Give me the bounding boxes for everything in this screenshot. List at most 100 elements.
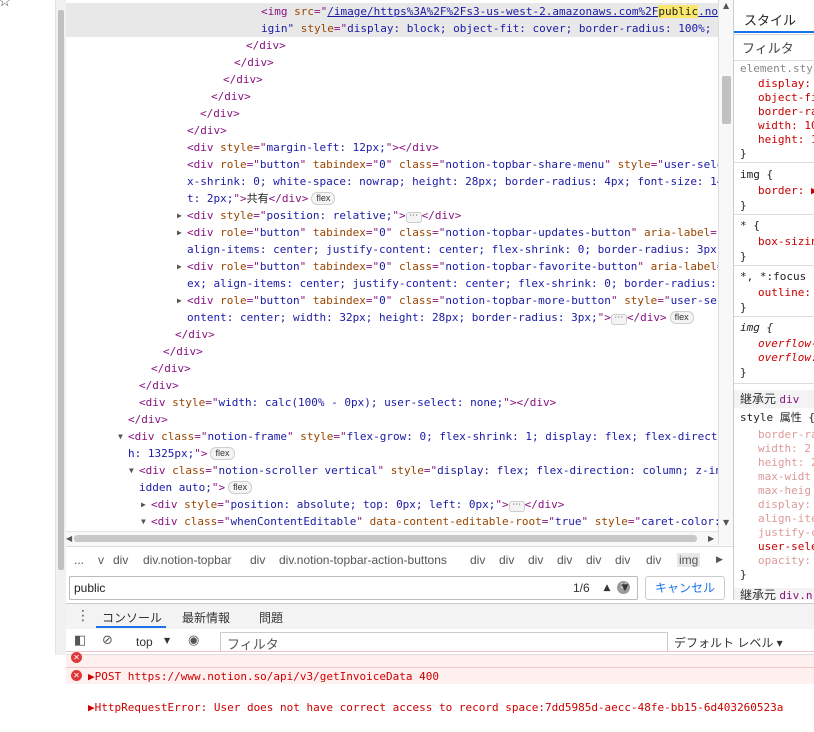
flex-badge[interactable]: flex: [311, 192, 336, 205]
breadcrumb-item[interactable]: div: [586, 553, 601, 567]
dom-node-line[interactable]: </div>: [66, 411, 718, 428]
dom-node-line[interactable]: t: 2px;">共有</div> flex: [66, 190, 718, 207]
dom-node-content[interactable]: </div>: [234, 54, 274, 71]
star-icon[interactable]: ☆: [0, 0, 11, 10]
dom-node-content[interactable]: <div class="notion-scroller vertical" st…: [139, 462, 718, 479]
drawer-menu-icon[interactable]: ⋮: [76, 608, 90, 624]
css-prop-inherited[interactable]: display:: [758, 498, 811, 512]
dom-node-content[interactable]: h: 1325px;"> flex: [128, 445, 235, 462]
elements-tree[interactable]: <img src="/image/https%3A%2F%2Fs3-us-wes…: [66, 0, 718, 545]
console-filter-input[interactable]: フィルタ: [220, 632, 668, 652]
dom-node-content[interactable]: x-shrink: 0; white-space: nowrap; height…: [187, 173, 718, 190]
dom-node-content[interactable]: ex; align-items: center; justify-content…: [187, 275, 718, 292]
breadcrumb-item[interactable]: div.notion-topbar-action-buttons: [279, 553, 447, 567]
breadcrumb-item[interactable]: div: [113, 553, 128, 567]
dom-node-content[interactable]: <div class="notion-frame" style="flex-gr…: [128, 428, 717, 445]
dom-node-content[interactable]: </div>: [139, 377, 179, 394]
css-prop[interactable]: display:: [758, 77, 811, 91]
src-link[interactable]: .no: [698, 5, 718, 18]
dom-node-content[interactable]: </div>: [246, 37, 286, 54]
console-error-row[interactable]: ✕ ▶POST https://www.notion.so/api/v3/get…: [66, 651, 814, 682]
dom-node-line[interactable]: </div>: [66, 71, 718, 88]
collapse-triangle-icon[interactable]: ▼: [141, 513, 146, 530]
breadcrumb-item[interactable]: div: [528, 553, 543, 567]
css-prop[interactable]: border: ▶: [758, 184, 814, 198]
dom-node-line[interactable]: <img src="/image/https%3A%2F%2Fs3-us-wes…: [66, 3, 718, 20]
dom-node-line[interactable]: <div style="width: calc(100% - 0px); use…: [66, 394, 718, 411]
dom-node-line[interactable]: igin" style="display: block; object-fit:…: [66, 20, 718, 37]
css-prop-inherited[interactable]: height: 2: [758, 456, 814, 470]
cancel-button[interactable]: キャンセル: [645, 576, 725, 600]
star-rule-selector[interactable]: * {: [740, 219, 760, 233]
dom-node-line[interactable]: ▼ <div class="notion-frame" style="flex-g…: [66, 428, 718, 445]
expand-triangle-icon[interactable]: ▶: [177, 258, 182, 275]
dom-node-line[interactable]: <div role="button" tabindex="0" class="n…: [66, 156, 718, 173]
element-style-selector[interactable]: element.styl: [740, 62, 814, 76]
elements-horizontal-scrollbar-thumb[interactable]: [74, 535, 697, 542]
css-prop[interactable]: overflow:: [758, 351, 814, 365]
dom-node-line[interactable]: x-shrink: 0; white-space: nowrap; height…: [66, 173, 718, 190]
dom-node-content[interactable]: </div>: [128, 411, 168, 428]
dom-node-content[interactable]: <div style="width: calc(100% - 0px); use…: [139, 394, 556, 411]
dom-node-content[interactable]: ontent: center; width: 32px; height: 28p…: [187, 309, 694, 326]
dom-node-content[interactable]: align-items: center; justify-content: ce…: [187, 241, 718, 258]
dom-node-content[interactable]: <div role="button" tabindex="0" class="n…: [187, 258, 718, 275]
dom-node-line[interactable]: ▶ <div style="position: absolute; top: 0p…: [66, 496, 718, 513]
dom-node-content[interactable]: idden auto;"> flex: [139, 479, 253, 496]
collapse-triangle-icon[interactable]: ▼: [129, 462, 134, 479]
dom-node-line[interactable]: ▶ <div role="button" tabindex="0" class="…: [66, 292, 718, 309]
dom-node-content[interactable]: <div class="whenContentEditable" data-co…: [151, 513, 718, 530]
tab-issues[interactable]: 問題: [259, 609, 283, 626]
flex-badge[interactable]: flex: [210, 447, 235, 460]
breadcrumb-item[interactable]: div: [646, 553, 661, 567]
expand-triangle-icon[interactable]: ▶: [177, 224, 182, 241]
dom-node-line[interactable]: ▼ <div class="notion-scroller vertical" s…: [66, 462, 718, 479]
breadcrumb-item[interactable]: div.notion-topbar: [143, 553, 232, 567]
css-prop-inherited[interactable]: width: 2: [758, 442, 811, 456]
inherited-from-link[interactable]: div: [779, 393, 799, 406]
css-prop-inherited[interactable]: user-sele: [758, 540, 814, 554]
css-prop[interactable]: width: 10: [758, 119, 814, 133]
css-prop-inherited[interactable]: border-ra: [758, 428, 814, 442]
scroll-left-arrow-icon[interactable]: ◀: [66, 534, 72, 543]
breadcrumb-item[interactable]: div: [250, 553, 265, 567]
breadcrumb-scroll-right-icon[interactable]: ▶: [716, 555, 723, 565]
expand-triangle-icon[interactable]: ▶: [177, 207, 182, 224]
dom-node-line[interactable]: </div>: [66, 377, 718, 394]
css-prop[interactable]: border-ra: [758, 105, 814, 119]
css-prop-inherited[interactable]: justify-c: [758, 526, 814, 540]
elements-vertical-scrollbar-thumb[interactable]: [722, 76, 731, 124]
expand-ellipsis-button[interactable]: ⋯: [610, 314, 627, 325]
dom-node-content[interactable]: <div role="button" tabindex="0" class="n…: [187, 156, 718, 173]
dom-node-line[interactable]: idden auto;"> flex: [66, 479, 718, 496]
dom-node-content[interactable]: <div style="margin-left: 12px;"></div>: [187, 139, 439, 156]
tab-whats-new[interactable]: 最新情報: [182, 609, 230, 626]
css-prop-inherited[interactable]: opacity:: [758, 554, 811, 568]
context-selector[interactable]: top: [136, 635, 153, 649]
focus-rule-selector[interactable]: *, *:focus: [740, 270, 806, 284]
dom-node-line[interactable]: ▶ <div role="button" tabindex="0" class="…: [66, 258, 718, 275]
dom-node-line[interactable]: ▶ <div role="button" tabindex="0" class="…: [66, 224, 718, 241]
breadcrumb-item[interactable]: div: [615, 553, 630, 567]
dom-node-content[interactable]: </div>: [187, 122, 227, 139]
tab-styles[interactable]: スタイル: [744, 10, 796, 29]
inherited-from-link[interactable]: div.n: [779, 589, 812, 600]
chevron-up-icon[interactable]: ▲: [599, 580, 615, 596]
breadcrumb-item[interactable]: v: [98, 553, 104, 567]
page-scrollbar-thumb[interactable]: [58, 10, 64, 570]
breadcrumb-item[interactable]: div: [499, 553, 514, 567]
clear-console-icon[interactable]: ⊘: [102, 633, 113, 648]
dom-node-line[interactable]: <div style="margin-left: 12px;"></div>: [66, 139, 718, 156]
expand-triangle-icon[interactable]: ▶: [177, 292, 182, 309]
dom-node-content[interactable]: <div style="position: absolute; top: 0px…: [151, 496, 564, 513]
css-prop[interactable]: overflow-: [758, 337, 814, 351]
dom-node-content[interactable]: <div role="button" tabindex="0" class="n…: [187, 292, 717, 309]
console-message[interactable]: ▶HttpRequestError: User does not have co…: [88, 700, 783, 716]
dom-node-content[interactable]: igin" style="display: block; object-fit:…: [261, 20, 718, 37]
dom-node-line[interactable]: ex; align-items: center; justify-content…: [66, 275, 718, 292]
breadcrumb-item[interactable]: div: [470, 553, 485, 567]
log-level-dropdown[interactable]: デフォルト レベル ▾: [674, 634, 783, 651]
dom-node-line[interactable]: ontent: center; width: 32px; height: 28p…: [66, 309, 718, 326]
dom-node-line[interactable]: </div>: [66, 54, 718, 71]
dom-node-content[interactable]: </div>: [200, 105, 240, 122]
